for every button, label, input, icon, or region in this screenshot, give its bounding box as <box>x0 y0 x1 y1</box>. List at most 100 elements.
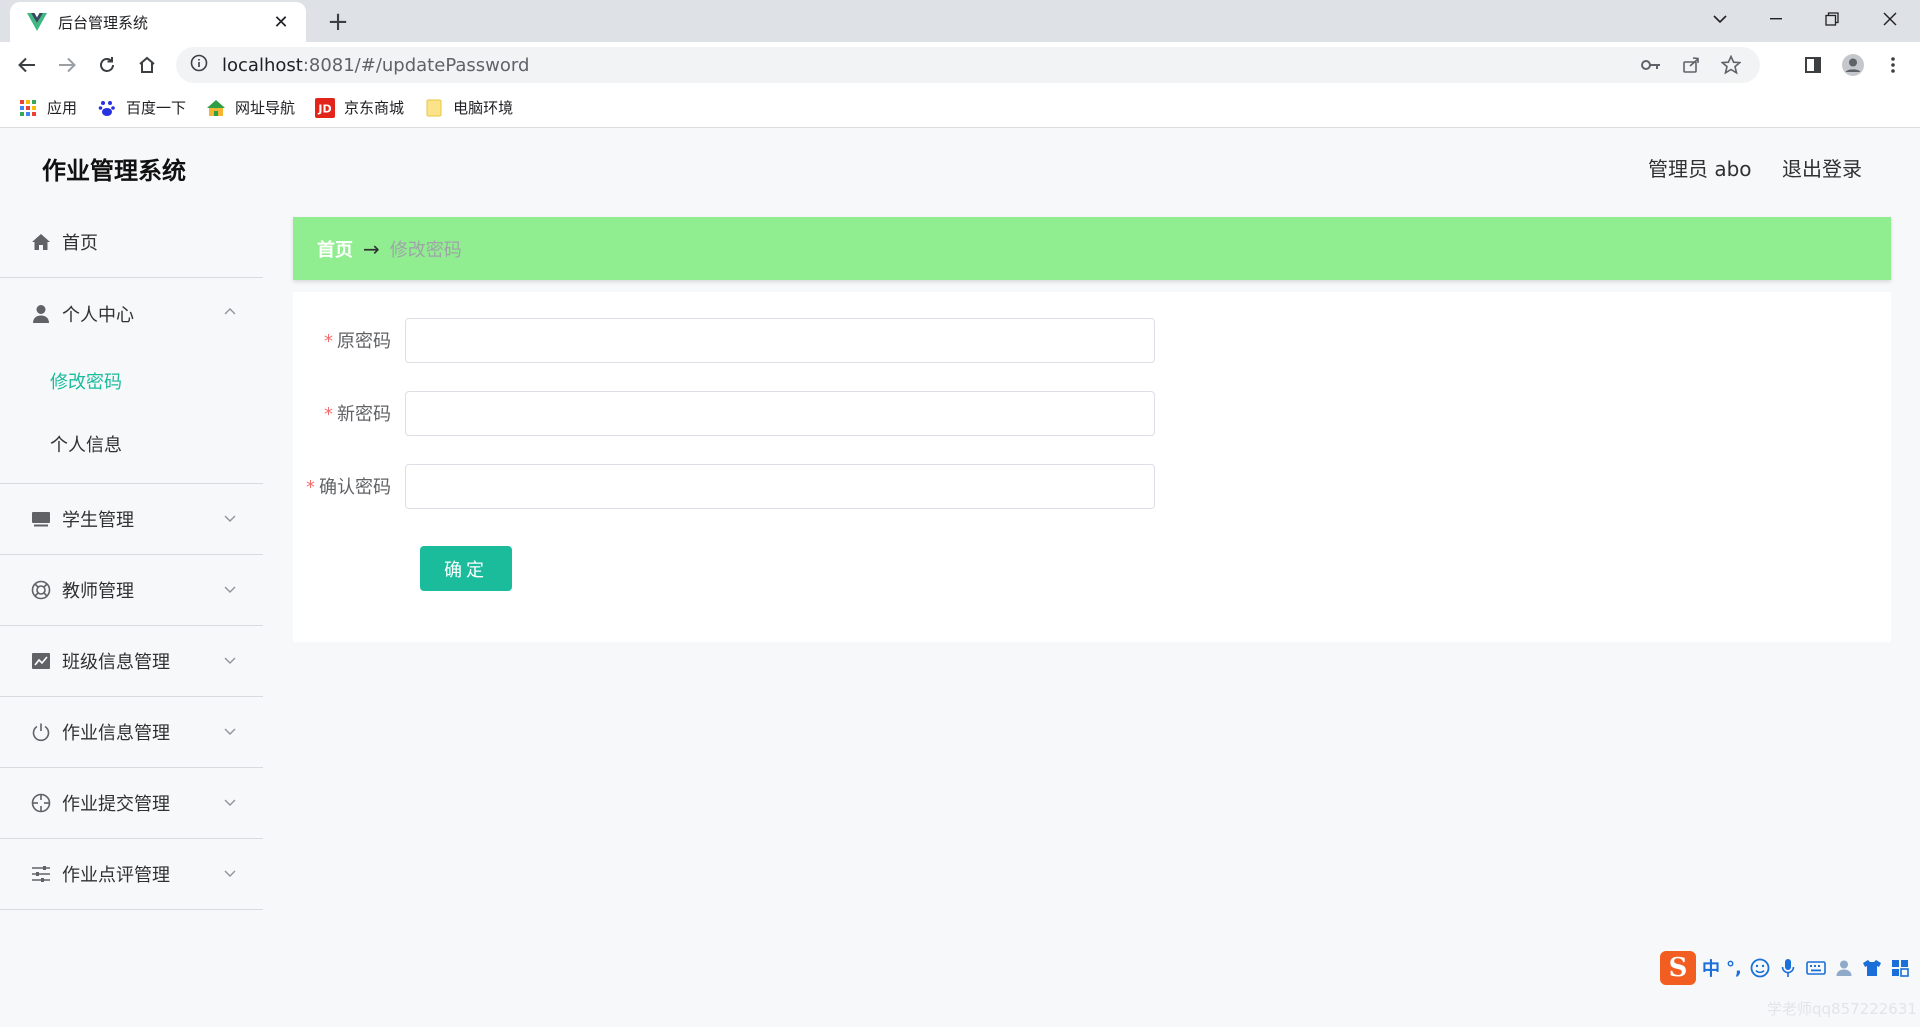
breadcrumb-separator: → <box>363 236 380 261</box>
breadcrumb-current: 修改密码 <box>389 239 462 261</box>
kebab-menu-icon[interactable] <box>1878 50 1908 80</box>
toolbox-grid-icon[interactable] <box>1890 958 1910 978</box>
breadcrumb-home[interactable]: 首页 <box>317 236 353 262</box>
sidebar-item-personal-center[interactable]: 个人中心 <box>0 278 263 349</box>
minimize-icon[interactable] <box>1748 0 1804 38</box>
chevron-down-icon <box>223 581 237 595</box>
logout-button[interactable]: 退出登录 <box>1782 153 1862 182</box>
app-title: 作业管理系统 <box>42 157 186 185</box>
form-row-old-password: * 原密码 <box>293 317 1891 363</box>
address-bar[interactable]: localhost:8081/#/updatePassword <box>176 47 1760 83</box>
bookmark-label: 网址导航 <box>235 99 296 117</box>
browser-tab[interactable]: 后台管理系统 ✕ <box>10 2 306 42</box>
sidebar-item-home[interactable]: 首页 <box>0 207 263 278</box>
url-text: localhost:8081/#/updatePassword <box>222 54 530 76</box>
ime-toolbar: S 中 °, <box>1660 950 1910 986</box>
chart-icon <box>30 650 52 672</box>
share-icon[interactable] <box>1676 50 1706 80</box>
old-password-label: * 原密码 <box>324 331 391 352</box>
skin-shirt-icon[interactable] <box>1862 958 1882 978</box>
key-icon[interactable] <box>1636 50 1666 80</box>
bookmark-baidu[interactable]: 百度一下 <box>97 93 186 123</box>
chevron-down-icon <box>223 794 237 808</box>
profile-avatar-icon[interactable] <box>1838 50 1868 80</box>
chevron-down-icon <box>223 652 237 666</box>
submenu-personal-center: 修改密码 个人信息 <box>0 349 263 484</box>
sogou-logo-icon[interactable]: S <box>1660 951 1696 985</box>
chevron-up-icon <box>223 304 237 318</box>
microphone-icon[interactable] <box>1778 958 1798 978</box>
sidebar-item-label: 首页 <box>62 233 98 254</box>
sidebar-item-students[interactable]: 学生管理 <box>0 484 263 555</box>
reload-icon[interactable] <box>92 50 122 80</box>
back-arrow-icon[interactable] <box>12 50 42 80</box>
sidebar-item-homework-review[interactable]: 作业点评管理 <box>0 839 263 910</box>
svg-text:JD: JD <box>317 102 331 115</box>
user-profile-icon[interactable] <box>1834 958 1854 978</box>
bookmarks-bar: 应用 百度一下 网址导航 JD 京东商城 电脑环境 <box>0 88 1920 128</box>
bookmark-jd[interactable]: JD 京东商城 <box>315 93 404 123</box>
chevron-down-icon <box>223 510 237 524</box>
watermark: 学老师qq857222631 <box>1767 1000 1917 1018</box>
form-row-new-password: * 新密码 <box>293 390 1891 436</box>
user-icon <box>30 303 52 325</box>
info-icon[interactable] <box>190 54 208 76</box>
confirm-button[interactable]: 确定 <box>420 546 512 591</box>
sidebar-item-label: 作业点评管理 <box>62 865 170 886</box>
bookmark-nav[interactable]: 网址导航 <box>206 93 295 123</box>
tab-title: 后台管理系统 <box>58 13 149 32</box>
keyboard-icon[interactable] <box>1806 958 1826 978</box>
form-row-confirm-password: * 确认密码 <box>293 463 1891 509</box>
bookmark-label: 电脑环境 <box>453 99 514 117</box>
forward-arrow-icon[interactable] <box>52 50 82 80</box>
sidebar-subitem-profile[interactable]: 个人信息 <box>0 412 263 475</box>
side-panel-icon[interactable] <box>1798 50 1828 80</box>
vue-logo-icon <box>26 11 48 33</box>
sliders-icon <box>30 863 52 885</box>
new-tab-button[interactable]: + <box>322 6 354 38</box>
chevron-down-icon <box>223 723 237 737</box>
sidebar-item-homework-submit[interactable]: 作业提交管理 <box>0 768 263 839</box>
tab-search-icon[interactable] <box>1692 0 1748 38</box>
sidebar-item-label: 教师管理 <box>62 581 134 602</box>
breadcrumb: 首页 → 修改密码 <box>293 217 1891 280</box>
current-user: 管理员 abo <box>1648 157 1752 181</box>
home-icon <box>30 231 52 253</box>
sidebar: 首页 个人中心 修改密码 个人信息 学生管理 教师管理 班级信息管理 作业信息管… <box>0 207 263 910</box>
sidebar-item-label: 个人中心 <box>62 304 134 326</box>
bookmark-folder[interactable]: 电脑环境 <box>424 93 513 123</box>
close-icon[interactable]: ✕ <box>270 11 292 33</box>
password-form: * 原密码 * 新密码 * 确认密码 确定 <box>293 292 1891 642</box>
sidebar-item-label: 作业提交管理 <box>62 794 170 815</box>
bookmark-apps[interactable]: 应用 <box>18 93 77 123</box>
sidebar-item-label: 班级信息管理 <box>62 652 170 673</box>
target-icon <box>30 792 52 814</box>
sidebar-item-classes[interactable]: 班级信息管理 <box>0 626 263 697</box>
home-browser-icon[interactable] <box>132 50 162 80</box>
baidu-paw-icon <box>97 98 117 118</box>
power-icon <box>30 721 52 743</box>
sidebar-item-teachers[interactable]: 教师管理 <box>0 555 263 626</box>
ime-punctuation[interactable]: °, <box>1726 958 1742 979</box>
nav-site-icon <box>206 98 226 118</box>
bookmark-label: 京东商城 <box>344 99 405 117</box>
confirm-password-label: * 确认密码 <box>306 477 391 498</box>
lifebuoy-icon <box>30 579 52 601</box>
bookmark-label: 百度一下 <box>126 99 187 117</box>
emoji-icon[interactable] <box>1750 958 1770 978</box>
window-close-icon[interactable] <box>1862 0 1918 38</box>
old-password-input[interactable] <box>405 317 1155 363</box>
confirm-password-input[interactable] <box>405 463 1155 509</box>
restore-icon[interactable] <box>1804 0 1860 38</box>
bookmark-label: 应用 <box>47 99 78 117</box>
ime-language[interactable]: 中 <box>1702 955 1720 981</box>
sidebar-subitem-change-password[interactable]: 修改密码 <box>0 349 263 412</box>
monitor-icon <box>30 508 52 530</box>
star-icon[interactable] <box>1716 50 1746 80</box>
app-header: 作业管理系统 管理员 abo 退出登录 <box>0 129 1920 207</box>
new-password-input[interactable] <box>405 390 1155 436</box>
app-root: 作业管理系统 管理员 abo 退出登录 首页 个人中心 修改密码 个人信息 学生… <box>0 129 1920 1027</box>
browser-tab-bar: 后台管理系统 ✕ + <box>0 0 1920 42</box>
sidebar-item-homework-info[interactable]: 作业信息管理 <box>0 697 263 768</box>
browser-toolbar: localhost:8081/#/updatePassword <box>0 42 1920 88</box>
